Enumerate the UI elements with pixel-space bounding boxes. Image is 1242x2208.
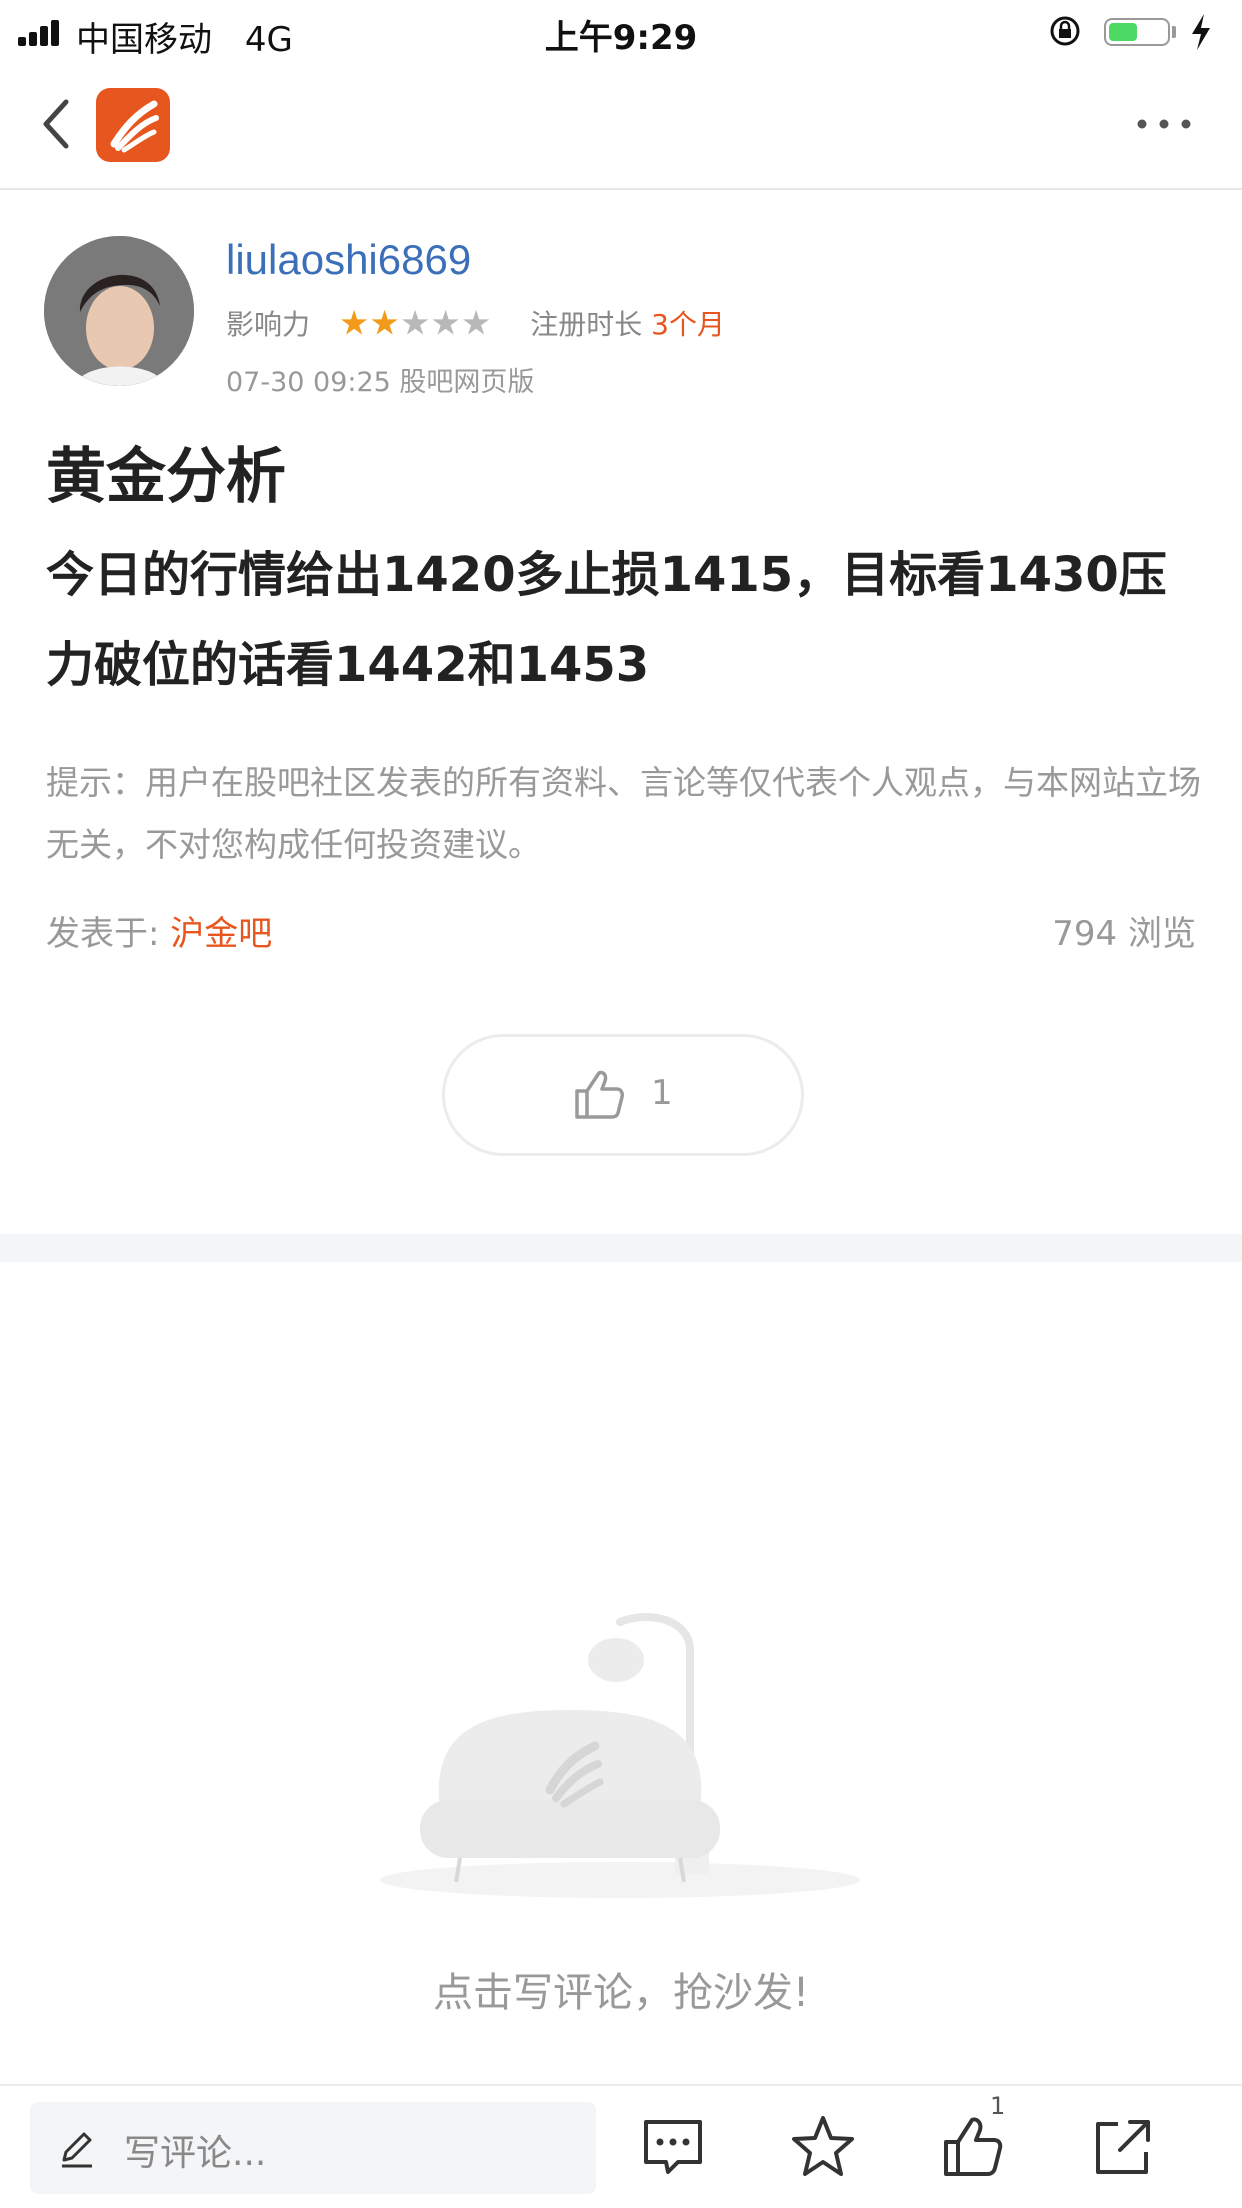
comment-placeholder: 写评论... [124, 2133, 267, 2174]
star-icon: ★ [460, 303, 492, 344]
avatar[interactable] [44, 236, 194, 386]
star-icon: ★ [399, 303, 431, 344]
forum-link[interactable]: 沪金吧 [170, 914, 272, 954]
comment-icon [644, 2120, 702, 2174]
disclaimer-text: 提示：用户在股吧社区发表的所有资料、言论等仅代表个人观点，与本网站立场无关，不对… [46, 763, 1201, 864]
like-badge: 1 [990, 2092, 1006, 2120]
influence-label: 影响力 [226, 307, 311, 341]
star-icon: ★ [338, 303, 370, 344]
bottom-toolbar: 写评论... 1 [0, 2084, 1242, 2208]
nav-bar [0, 62, 1242, 190]
charging-bolt-icon [1192, 14, 1210, 50]
thumb-up-icon [575, 1070, 624, 1119]
favorite-button[interactable] [788, 2112, 858, 2182]
post-title: 黄金分析 [46, 442, 286, 512]
like-count: 1 [651, 1073, 673, 1113]
share-icon [1096, 2120, 1150, 2174]
posted-in: 发表于: 沪金吧 [46, 906, 272, 955]
star-icon: ★ [430, 303, 461, 344]
status-bar: 中国移动 4G 上午9:29 [0, 0, 1242, 62]
like-button[interactable]: 1 [442, 1034, 804, 1156]
view-count: 794 浏览 [1052, 914, 1196, 954]
registration-duration: 3个月 [651, 307, 725, 341]
thumb-up-icon [944, 2117, 1003, 2176]
sofa-illustration [380, 1613, 860, 1898]
section-divider [0, 1234, 1242, 1262]
share-button[interactable] [1088, 2112, 1158, 2182]
posted-in-label: 发表于: [46, 914, 160, 954]
comment-button[interactable] [638, 2112, 708, 2182]
influence-rating: ★★★★★ [339, 302, 491, 344]
like-toolbar-button[interactable] [938, 2112, 1008, 2182]
post-time: 07-30 09:25 股吧网页版 [226, 367, 535, 398]
battery-icon [1104, 18, 1170, 46]
author-username[interactable]: liulaoshi6869 [226, 236, 471, 284]
comment-input[interactable]: 写评论... [30, 2102, 596, 2194]
chevron-left-icon[interactable] [36, 92, 76, 156]
status-indicators [1048, 12, 1228, 52]
post-body: 今日的行情给出1420多止损1415，目标看1430压力破位的话看1442和14… [46, 547, 1167, 693]
more-horizontal-icon[interactable] [1136, 114, 1192, 134]
star-icon: ★ [369, 303, 400, 344]
pencil-icon [62, 2132, 92, 2168]
empty-comments-prompt[interactable]: 点击写评论，抢沙发! [0, 1960, 1242, 2018]
orientation-lock-icon [1050, 16, 1080, 46]
registration-label: 注册时长 [530, 307, 643, 341]
guba-logo-icon[interactable] [96, 88, 170, 162]
author-meta: 影响力 ★★★★★ 注册时长 3个月 [226, 302, 725, 344]
star-icon [792, 2116, 854, 2176]
author-block: liulaoshi6869 影响力 ★★★★★ 注册时长 3个月 07-30 0… [44, 236, 1204, 398]
